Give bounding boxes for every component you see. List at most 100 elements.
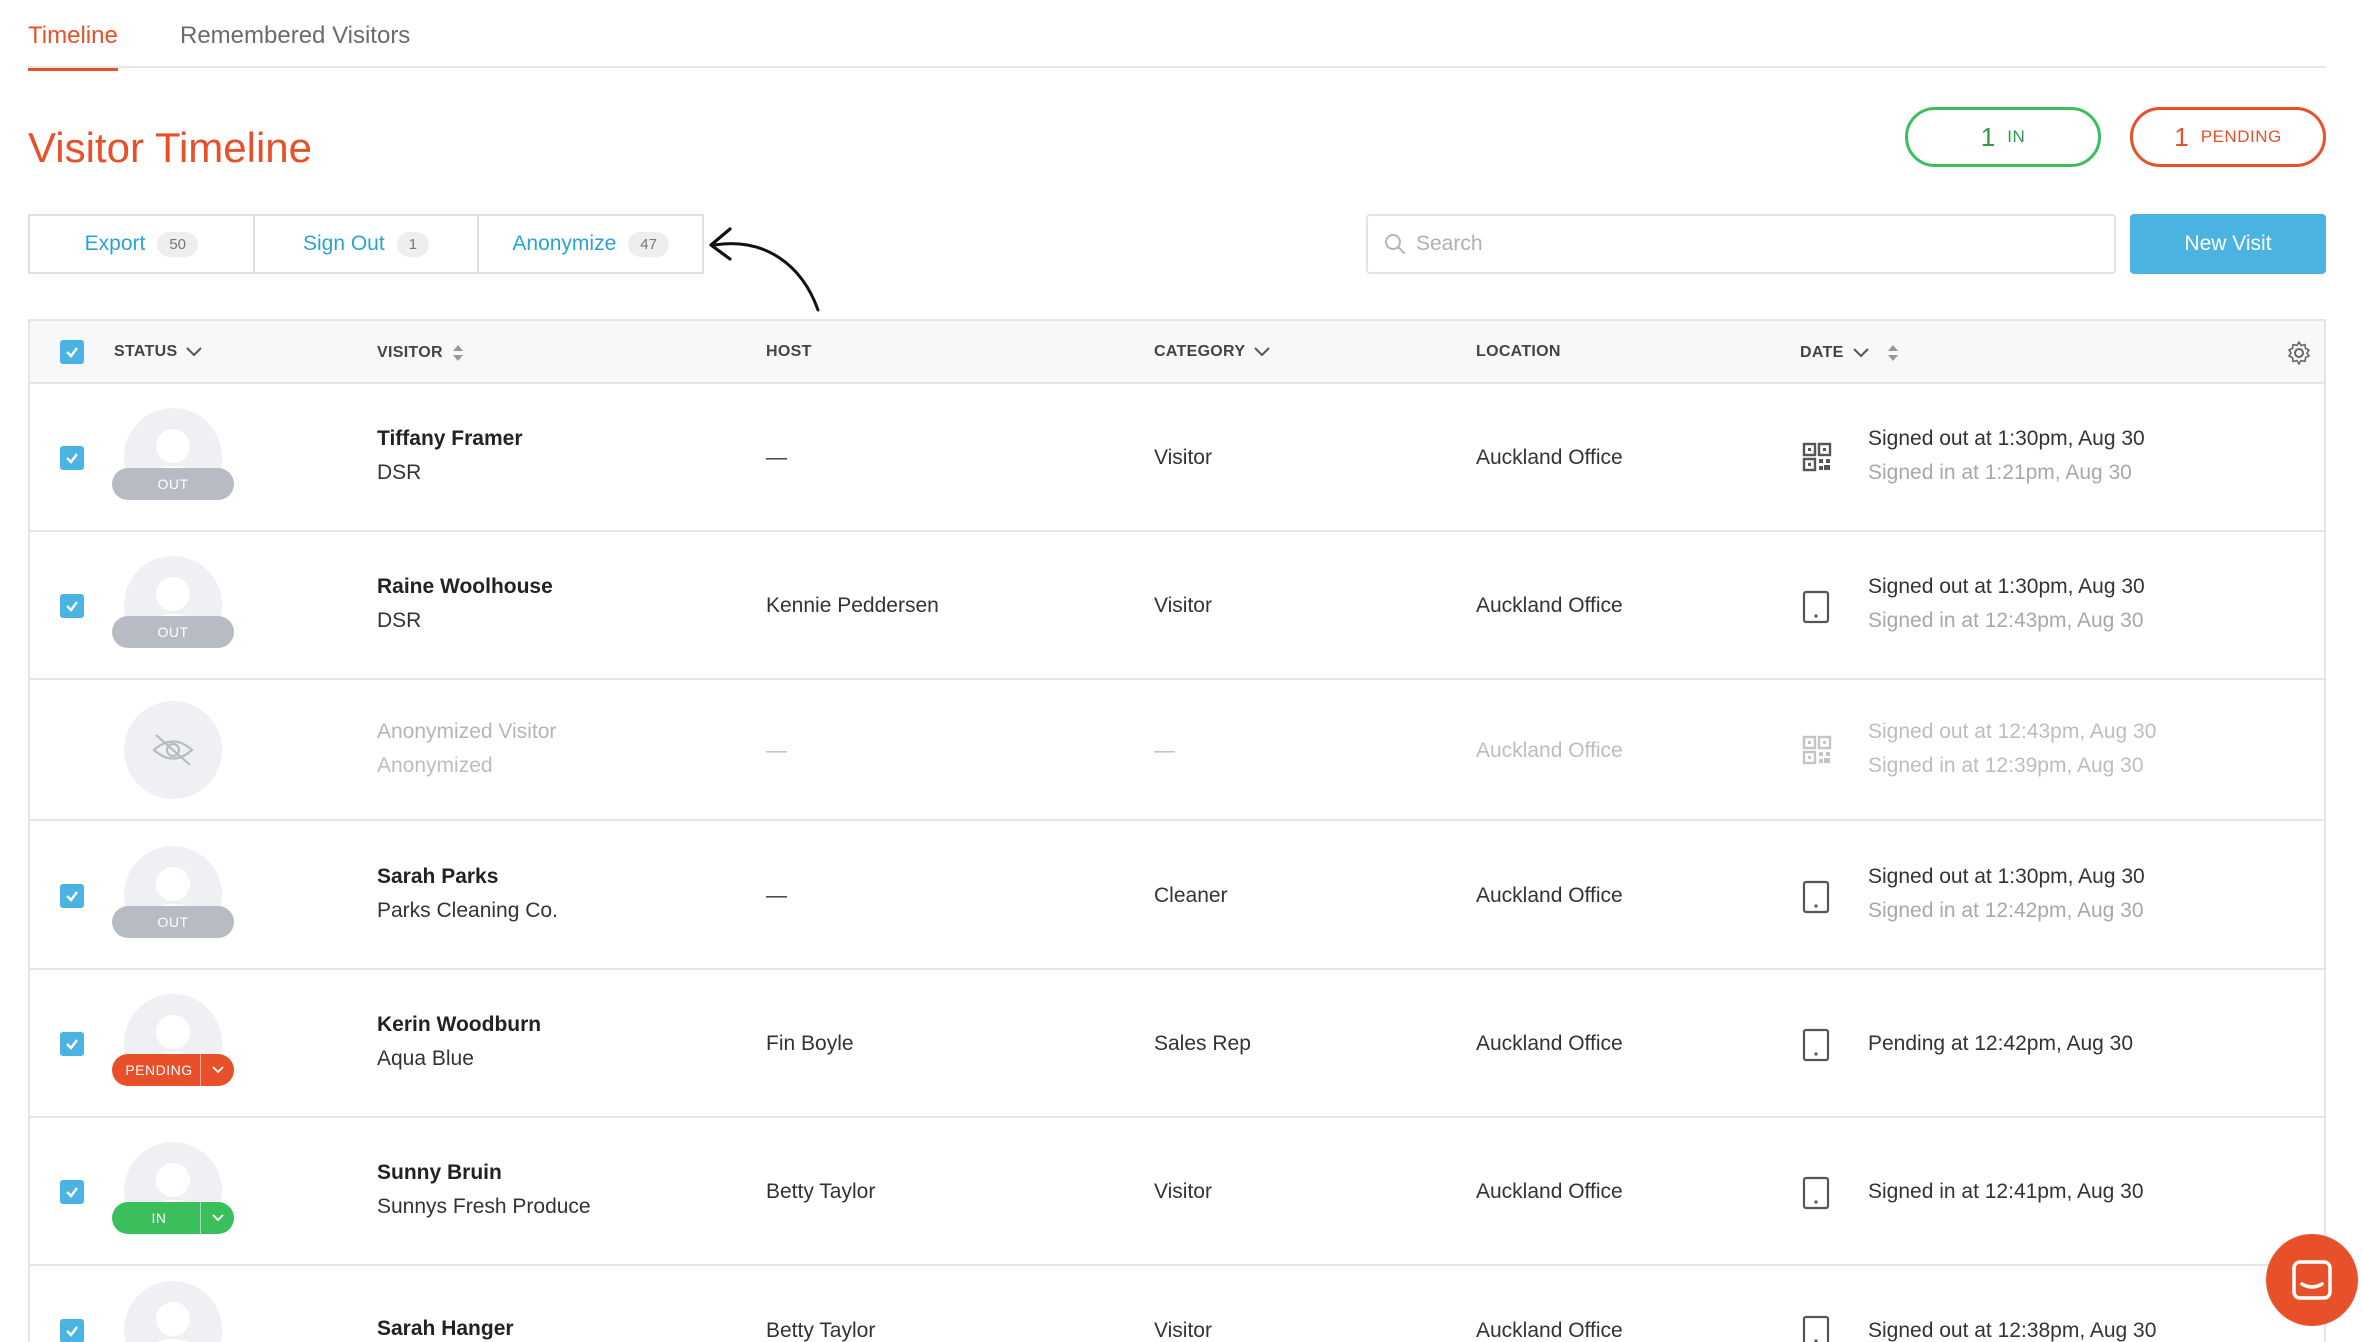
- check-icon: [66, 453, 78, 464]
- status-column-header[interactable]: STATUS: [114, 343, 203, 361]
- location-column-header: LOCATION: [1476, 343, 1561, 361]
- row-checkbox[interactable]: [60, 594, 84, 618]
- select-all-checkbox[interactable]: [60, 340, 84, 364]
- status-badge: OUT: [112, 468, 234, 500]
- row-checkbox[interactable]: [60, 1319, 84, 1342]
- pending-count: 1: [2174, 121, 2189, 152]
- table-row[interactable]: Sarah Hanger Betty Taylor Visitor Auckland …: [30, 1266, 2324, 1342]
- host-cell: Fin Boyle: [766, 1032, 854, 1055]
- visitor-name[interactable]: Kerin Woodburn: [377, 1013, 541, 1037]
- visitor-company: DSR: [377, 609, 422, 632]
- tablet-icon: [1802, 880, 1830, 919]
- check-icon: [66, 1039, 78, 1050]
- in-count: 1: [1980, 121, 1996, 152]
- location-header-label: LOCATION: [1476, 343, 1561, 360]
- visitor-name[interactable]: Tiffany Framer: [377, 427, 523, 451]
- row-checkbox[interactable]: [60, 884, 84, 908]
- date-secondary: Signed in at 12:42pm, Aug 30: [1868, 899, 2144, 922]
- check-icon: [66, 1187, 78, 1198]
- table-row[interactable]: PENDING Kerin Woodburn Aqua Blue Fin Boyle S…: [30, 970, 2324, 1118]
- sign-out-label: Sign Out: [302, 232, 385, 255]
- visitor-column-header[interactable]: VISITOR: [377, 343, 465, 363]
- pending-counter-button[interactable]: 1 PENDING: [2130, 107, 2326, 167]
- row-checkbox[interactable]: [60, 1180, 84, 1204]
- status-badge[interactable]: PENDING: [112, 1054, 234, 1086]
- date-secondary: Signed in at 1:21pm, Aug 30: [1868, 461, 2132, 484]
- row-checkbox[interactable]: [60, 1032, 84, 1056]
- row-checkbox[interactable]: [60, 446, 84, 470]
- status-badge: OUT: [112, 616, 234, 648]
- export-label: Export: [84, 232, 146, 255]
- new-visit-button[interactable]: New Visit: [2130, 214, 2326, 274]
- status-badge: OUT: [112, 906, 234, 938]
- table-row[interactable]: OUT Sarah Parks Parks Cleaning Co. — Cleaner…: [30, 821, 2324, 970]
- table-row[interactable]: Anonymized Visitor Anonymized — — Auckland O…: [30, 680, 2324, 821]
- chevron-down-icon[interactable]: [200, 1054, 234, 1086]
- chevron-down-icon: [1254, 347, 1271, 357]
- category-cell: Cleaner: [1154, 884, 1228, 907]
- search-input[interactable]: [1416, 232, 2076, 256]
- date-secondary: Signed in at 12:43pm, Aug 30: [1868, 609, 2144, 632]
- tab-remembered-visitors[interactable]: Remembered Visitors: [180, 22, 410, 68]
- check-icon: [66, 347, 78, 358]
- chevron-down-icon: [1852, 348, 1869, 358]
- date-primary: Signed out at 1:30pm, Aug 30: [1868, 427, 2145, 450]
- date-header-label: DATE: [1800, 344, 1844, 361]
- tablet-icon: [1802, 590, 1830, 629]
- date-primary: Signed out at 12:43pm, Aug 30: [1868, 720, 2157, 743]
- visitor-company: DSR: [377, 461, 422, 484]
- location-cell: Auckland Office: [1476, 446, 1623, 469]
- chevron-down-icon[interactable]: [200, 1202, 234, 1234]
- host-cell: Kennie Peddersen: [766, 594, 939, 617]
- host-cell: Betty Taylor: [766, 1180, 876, 1203]
- sign-out-button[interactable]: Sign Out 1: [255, 216, 480, 272]
- anonymize-button[interactable]: Anonymize 47: [479, 216, 702, 272]
- visitor-name[interactable]: Anonymized Visitor: [377, 720, 556, 744]
- export-count-badge: 50: [157, 231, 199, 257]
- date-column-header[interactable]: DATE: [1800, 343, 1900, 363]
- category-cell: Sales Rep: [1154, 1032, 1251, 1055]
- chat-icon: [2292, 1260, 2332, 1300]
- sign-out-count-badge: 1: [396, 231, 430, 257]
- visitor-name[interactable]: Raine Woolhouse: [377, 575, 553, 599]
- status-badge[interactable]: IN: [112, 1202, 234, 1234]
- host-cell: —: [766, 884, 787, 907]
- category-cell: Visitor: [1154, 1319, 1212, 1342]
- chat-launcher-button[interactable]: [2266, 1234, 2358, 1326]
- location-cell: Auckland Office: [1476, 884, 1623, 907]
- export-button[interactable]: Export 50: [30, 216, 255, 272]
- date-secondary: Signed in at 12:39pm, Aug 30: [1868, 754, 2144, 777]
- visitor-company: Parks Cleaning Co.: [377, 899, 558, 922]
- tablet-icon: [1802, 1028, 1830, 1067]
- table-header: STATUS VISITOR HOST CATEGORY LOCATION DA…: [30, 321, 2324, 384]
- category-cell: Visitor: [1154, 594, 1212, 617]
- hidden-eye-icon: [152, 734, 194, 766]
- table-row[interactable]: IN Sunny Bruin Sunnys Fresh Produce Betty T…: [30, 1118, 2324, 1266]
- visitor-header-label: VISITOR: [377, 344, 443, 361]
- tab-timeline[interactable]: Timeline: [28, 22, 118, 71]
- visitor-name[interactable]: Sunny Bruin: [377, 1161, 502, 1185]
- category-column-header[interactable]: CATEGORY: [1154, 343, 1271, 361]
- location-cell: Auckland Office: [1476, 1180, 1623, 1203]
- visitor-name[interactable]: Sarah Hanger: [377, 1317, 514, 1341]
- status-label: OUT: [157, 476, 189, 492]
- table-row[interactable]: OUT Raine Woolhouse DSR Kennie Peddersen Vis…: [30, 532, 2324, 680]
- status-header-label: STATUS: [114, 343, 178, 360]
- table-row[interactable]: OUT Tiffany Framer DSR — Visitor Auckland Off…: [30, 384, 2324, 532]
- visitor-name[interactable]: Sarah Parks: [377, 865, 498, 889]
- visitor-table: STATUS VISITOR HOST CATEGORY LOCATION DA…: [28, 319, 2326, 1342]
- host-cell: Betty Taylor: [766, 1319, 876, 1342]
- annotation-arrow: [709, 227, 820, 312]
- table-body: OUT Tiffany Framer DSR — Visitor Auckland Off…: [30, 384, 2324, 1342]
- in-counter-button[interactable]: 1 IN: [1905, 107, 2101, 167]
- tablet-icon: [1802, 1315, 1830, 1342]
- date-primary: Signed out at 1:30pm, Aug 30: [1868, 575, 2145, 598]
- category-cell: Visitor: [1154, 1180, 1212, 1203]
- sort-icon: [452, 345, 463, 361]
- check-icon: [66, 601, 78, 612]
- qr-code-icon: [1802, 442, 1832, 477]
- page-title: Visitor Timeline: [28, 124, 312, 171]
- host-column-header: HOST: [766, 343, 812, 361]
- tablet-icon: [1802, 1176, 1830, 1215]
- settings-gear-icon[interactable]: [2286, 340, 2312, 366]
